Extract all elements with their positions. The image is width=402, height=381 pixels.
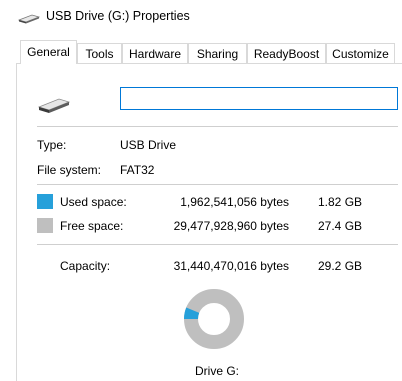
used-space-label: Used space: <box>60 195 127 209</box>
tab-tools[interactable]: Tools <box>77 43 122 63</box>
divider <box>37 126 398 127</box>
file-system-value: FAT32 <box>120 163 155 177</box>
title-bar: USB Drive (G:) Properties <box>0 0 402 36</box>
used-space-size: 1.82 GB <box>318 195 363 209</box>
capacity-label: Capacity: <box>60 259 111 273</box>
tab-sharing[interactable]: Sharing <box>188 43 247 63</box>
tab-general[interactable]: General <box>20 40 77 64</box>
used-space-bytes: 1,962,541,056 bytes <box>180 195 289 209</box>
type-value: USB Drive <box>120 138 177 152</box>
window-title: USB Drive (G:) Properties <box>46 9 190 23</box>
drive-label: Drive G: <box>195 364 240 378</box>
file-system-label: File system: <box>37 163 102 177</box>
tab-hardware[interactable]: Hardware <box>122 43 188 63</box>
divider <box>37 184 398 185</box>
usb-drive-icon <box>18 14 40 24</box>
usage-donut <box>184 289 244 349</box>
tab-customize[interactable]: Customize <box>326 43 395 63</box>
capacity-size: 29.2 GB <box>318 259 363 273</box>
free-space-bytes: 29,477,928,960 bytes <box>173 219 289 233</box>
free-space-label: Free space: <box>60 219 124 233</box>
drive-name-input[interactable] <box>120 87 398 110</box>
usb-drive-icon <box>37 98 71 113</box>
tab-readyboost[interactable]: ReadyBoost <box>247 43 326 63</box>
free-space-size: 27.4 GB <box>318 219 363 233</box>
used-space-swatch <box>37 194 53 209</box>
divider <box>37 244 398 245</box>
type-label: Type: <box>37 138 67 152</box>
free-space-swatch <box>37 218 53 233</box>
capacity-bytes: 31,440,470,016 bytes <box>173 259 289 273</box>
